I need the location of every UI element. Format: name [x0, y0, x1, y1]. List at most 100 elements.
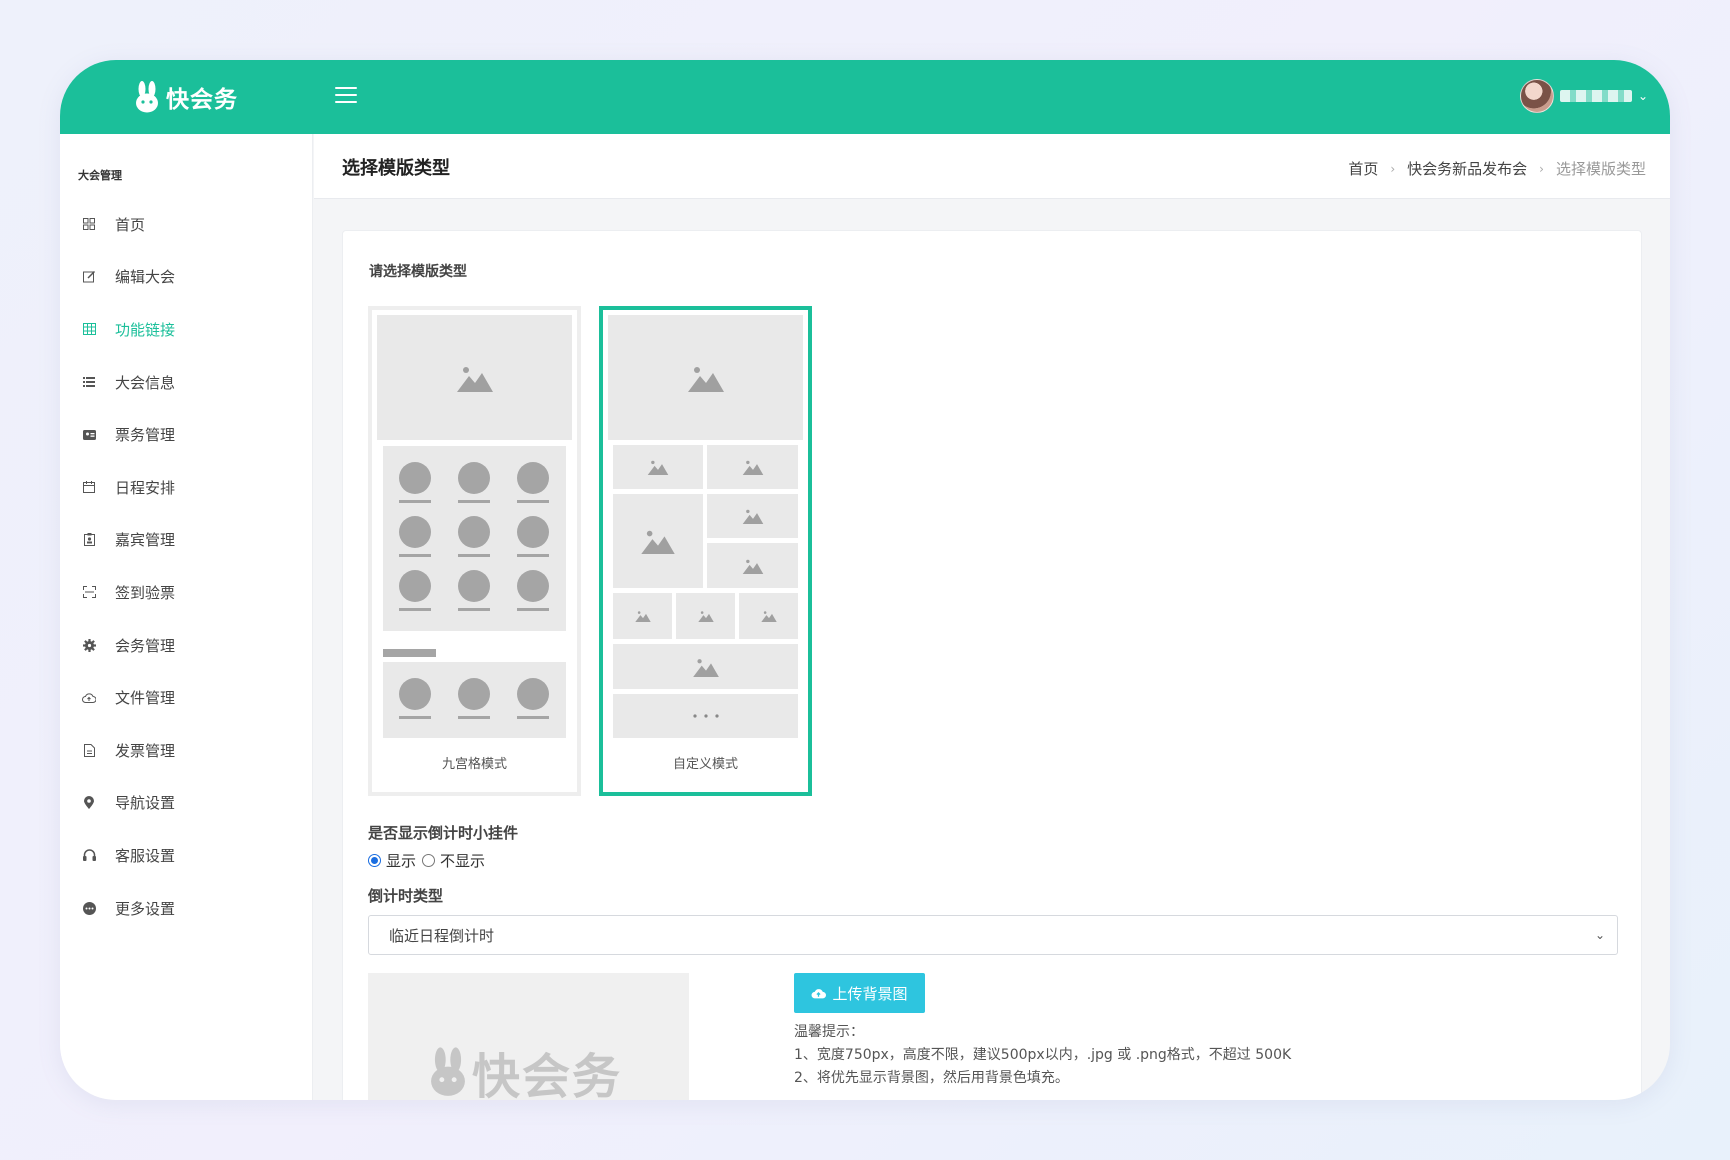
- ticket-icon: [82, 428, 96, 442]
- template-option-grid[interactable]: 九宫格模式: [368, 306, 581, 796]
- sidebar-item-label: 首页: [115, 215, 146, 234]
- tip-line: 2、将优先显示背景图，然后用背景色填充。: [794, 1070, 1069, 1086]
- breadcrumb: 首页 › 快会务新品发布会 › 选择模版类型: [1348, 158, 1646, 179]
- menu-toggle-icon[interactable]: [335, 87, 357, 105]
- sidebar-item-label: 会务管理: [115, 636, 176, 655]
- sidebar-item-home[interactable]: 首页: [60, 198, 313, 251]
- brand-logo[interactable]: 快会务: [134, 79, 238, 115]
- sidebar-menu: 首页 编辑大会 功能链接 大会信息 票务管理 日程安排 嘉宾管理 签到验票 会务…: [60, 198, 313, 934]
- breadcrumb-separator-icon: ›: [1390, 161, 1396, 176]
- upload-tips: 温馨提示： 1、宽度750px，高度不限，建议500px以内，.jpg 或 .p…: [794, 1021, 1291, 1090]
- user-menu[interactable]: ⌄: [1519, 79, 1648, 113]
- app-window: 快会务 ⌄ 大会管理 首页 编辑大会 功能链接 大会信息 票务管理 日程安排 嘉…: [60, 60, 1670, 1100]
- sidebar-item-schedule[interactable]: 日程安排: [60, 461, 313, 514]
- location-pin-icon: [82, 796, 96, 810]
- countdown-type-value: 临近日程倒计时: [389, 926, 495, 945]
- banner-image-icon: [608, 315, 803, 440]
- template-option-custom[interactable]: 自定义模式: [599, 306, 812, 796]
- sidebar-item-guests[interactable]: 嘉宾管理: [60, 514, 313, 567]
- top-bar: 快会务 ⌄: [60, 60, 1670, 134]
- sidebar-item-label: 日程安排: [115, 478, 176, 497]
- cloud-upload-icon: [812, 988, 827, 998]
- gear-icon: [82, 638, 96, 652]
- background-preview: 快会务: [368, 973, 689, 1100]
- sidebar-item-label: 编辑大会: [115, 268, 176, 287]
- bunny-icon: [136, 81, 158, 113]
- template-settings-card: 请选择模版类型 九宫格模式 自定义模式 是否显示倒计时小挂件 显示 不显示 倒计…: [342, 230, 1642, 1100]
- page-title: 选择模版类型: [342, 158, 450, 179]
- radio-show[interactable]: [368, 854, 381, 867]
- headset-icon: [82, 848, 96, 862]
- tip-line: 1、宽度750px，高度不限，建议500px以内，.jpg 或 .png格式，不…: [794, 1047, 1292, 1063]
- sidebar-item-label: 嘉宾管理: [115, 531, 176, 550]
- main-content: 选择模版类型 首页 › 快会务新品发布会 › 选择模版类型 请选择模版类型 九宫…: [314, 134, 1670, 1100]
- edit-icon: [82, 270, 96, 284]
- template-caption: 自定义模式: [672, 757, 738, 772]
- sidebar-item-label: 票务管理: [115, 426, 176, 445]
- upload-button-label: 上传背景图: [832, 984, 908, 1003]
- sidebar-item-customer-service[interactable]: 客服设置: [60, 829, 313, 882]
- chevron-down-icon[interactable]: ⌄: [1638, 89, 1648, 103]
- countdown-widget-label: 是否显示倒计时小挂件: [368, 824, 519, 842]
- image-icon: [676, 593, 735, 639]
- sidebar-section-title: 大会管理: [78, 169, 122, 182]
- icon-row: [383, 662, 566, 738]
- section-divider: [383, 649, 436, 657]
- sidebar-item-function-links[interactable]: 功能链接: [60, 303, 313, 356]
- guest-icon: [82, 533, 96, 547]
- dashboard-icon: [82, 217, 96, 231]
- scan-icon: [82, 585, 96, 599]
- image-icon: [707, 494, 798, 538]
- sidebar-item-label: 更多设置: [115, 899, 176, 918]
- sidebar-item-check-in[interactable]: 签到验票: [60, 566, 313, 619]
- avatar[interactable]: [1519, 79, 1554, 113]
- sidebar-item-invoices[interactable]: 发票管理: [60, 724, 313, 777]
- ellipsis-icon: [613, 694, 798, 738]
- image-icon: [613, 445, 703, 489]
- breadcrumb-current: 选择模版类型: [1555, 160, 1646, 178]
- sidebar-item-label: 发票管理: [115, 741, 176, 760]
- sidebar-item-label: 签到验票: [115, 583, 176, 602]
- radio-hide[interactable]: [422, 854, 436, 867]
- sidebar-item-files[interactable]: 文件管理: [60, 671, 313, 724]
- more-icon: [82, 901, 96, 915]
- breadcrumb-separator-icon: ›: [1539, 161, 1544, 176]
- image-icon: [707, 543, 798, 588]
- tips-title: 温馨提示：: [794, 1024, 864, 1040]
- sidebar-item-conference-info[interactable]: 大会信息: [60, 356, 313, 409]
- watermark-logo: 快会务: [428, 1037, 622, 1100]
- sidebar-item-edit-conference[interactable]: 编辑大会: [60, 251, 313, 304]
- countdown-type-label: 倒计时类型: [368, 887, 444, 905]
- countdown-widget-radio-group: 显示 不显示: [368, 850, 485, 871]
- invoice-icon: [82, 743, 96, 757]
- username: [1559, 90, 1632, 102]
- radio-show-label[interactable]: 显示: [386, 850, 416, 871]
- countdown-type-select[interactable]: 临近日程倒计时 ⌄: [368, 915, 1618, 955]
- bunny-icon: [431, 1047, 465, 1096]
- template-caption: 九宫格模式: [441, 757, 507, 772]
- sidebar-item-affairs[interactable]: 会务管理: [60, 619, 313, 672]
- brand-name: 快会务: [166, 87, 238, 113]
- image-icon: [739, 593, 798, 639]
- breadcrumb-conference[interactable]: 快会务新品发布会: [1407, 158, 1527, 179]
- sidebar-item-more-settings[interactable]: 更多设置: [60, 882, 313, 935]
- image-icon: [707, 445, 798, 489]
- sidebar-item-label: 导航设置: [115, 794, 176, 813]
- sidebar-item-label: 文件管理: [115, 689, 176, 708]
- sidebar-item-label: 功能链接: [115, 320, 176, 339]
- sidebar-item-label: 客服设置: [115, 846, 176, 865]
- image-icon: [613, 494, 703, 588]
- breadcrumb-home[interactable]: 首页: [1348, 158, 1378, 179]
- sidebar-item-tickets[interactable]: 票务管理: [60, 408, 313, 461]
- image-icon: [613, 644, 798, 689]
- sidebar-item-navigation[interactable]: 导航设置: [60, 777, 313, 830]
- upload-background-button[interactable]: 上传背景图: [794, 973, 925, 1013]
- sidebar-item-label: 大会信息: [115, 373, 176, 392]
- radio-hide-label[interactable]: 不显示: [440, 850, 485, 871]
- image-icon: [613, 593, 672, 639]
- watermark-text: 快会务: [472, 1049, 623, 1100]
- chevron-down-icon: ⌄: [1594, 928, 1605, 942]
- sidebar: 大会管理 首页 编辑大会 功能链接 大会信息 票务管理 日程安排 嘉宾管理 签到…: [60, 134, 313, 1100]
- grid-icon: [82, 322, 96, 336]
- calendar-icon: [82, 480, 96, 494]
